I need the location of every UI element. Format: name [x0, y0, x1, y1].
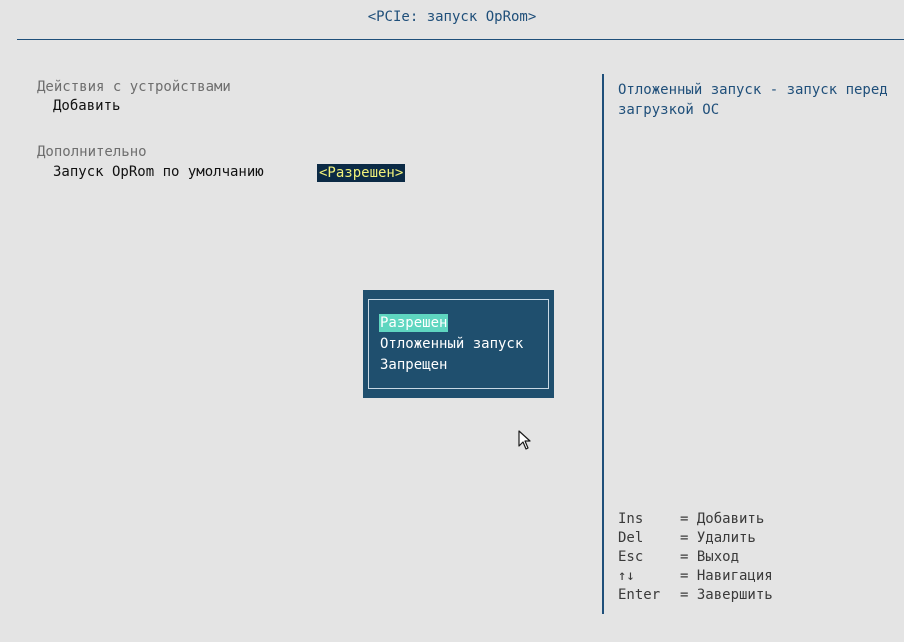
key-ins-action: = Добавить — [680, 511, 765, 527]
key-ins: Ins — [618, 511, 644, 527]
add-device-item[interactable]: Добавить — [53, 98, 120, 114]
key-arrows-action: = Навигация — [680, 568, 773, 584]
oprom-launch-label: Запуск OpRom по умолчанию — [53, 164, 264, 180]
header-bar: <PCIe: запуск OpRom> — [0, 0, 904, 40]
oprom-launch-value[interactable]: <Разрешен> — [317, 164, 406, 182]
popup-option-enabled[interactable]: Разрешен — [379, 314, 449, 332]
key-row-del: Del = Удалить — [618, 529, 773, 548]
key-row-esc: Esc = Выход — [618, 548, 773, 567]
title-underline — [17, 39, 904, 40]
key-esc-action: = Выход — [680, 549, 740, 565]
key-row-nav: ↑↓ = Навигация — [618, 567, 773, 586]
help-description: Отложенный запуск - запуск перед загрузк… — [618, 82, 888, 118]
panel-divider — [602, 74, 604, 614]
key-row-enter: Enter = Завершить — [618, 586, 773, 605]
key-row-ins: Ins = Добавить — [618, 510, 773, 529]
key-del: Del — [618, 530, 644, 546]
key-legend: Ins = Добавить Del = Удалить Esc = Выход… — [618, 510, 773, 605]
key-enter: Enter — [618, 587, 661, 603]
mouse-pointer-icon — [518, 430, 531, 450]
key-esc: Esc — [618, 549, 644, 565]
key-arrows: ↑↓ — [618, 568, 635, 584]
key-del-action: = Удалить — [680, 530, 756, 546]
popup-option-delayed[interactable]: Отложенный запуск — [380, 335, 523, 353]
option-popup: Разрешен Отложенный запуск Запрещен — [363, 290, 554, 398]
section-devices-label: Действия с устройствами — [37, 79, 231, 95]
key-enter-action: = Завершить — [680, 587, 773, 603]
section-additional-label: Дополнительно — [37, 144, 147, 160]
popup-option-disabled[interactable]: Запрещен — [380, 356, 447, 374]
page-title: <PCIe: запуск OpRom> — [367, 9, 537, 25]
